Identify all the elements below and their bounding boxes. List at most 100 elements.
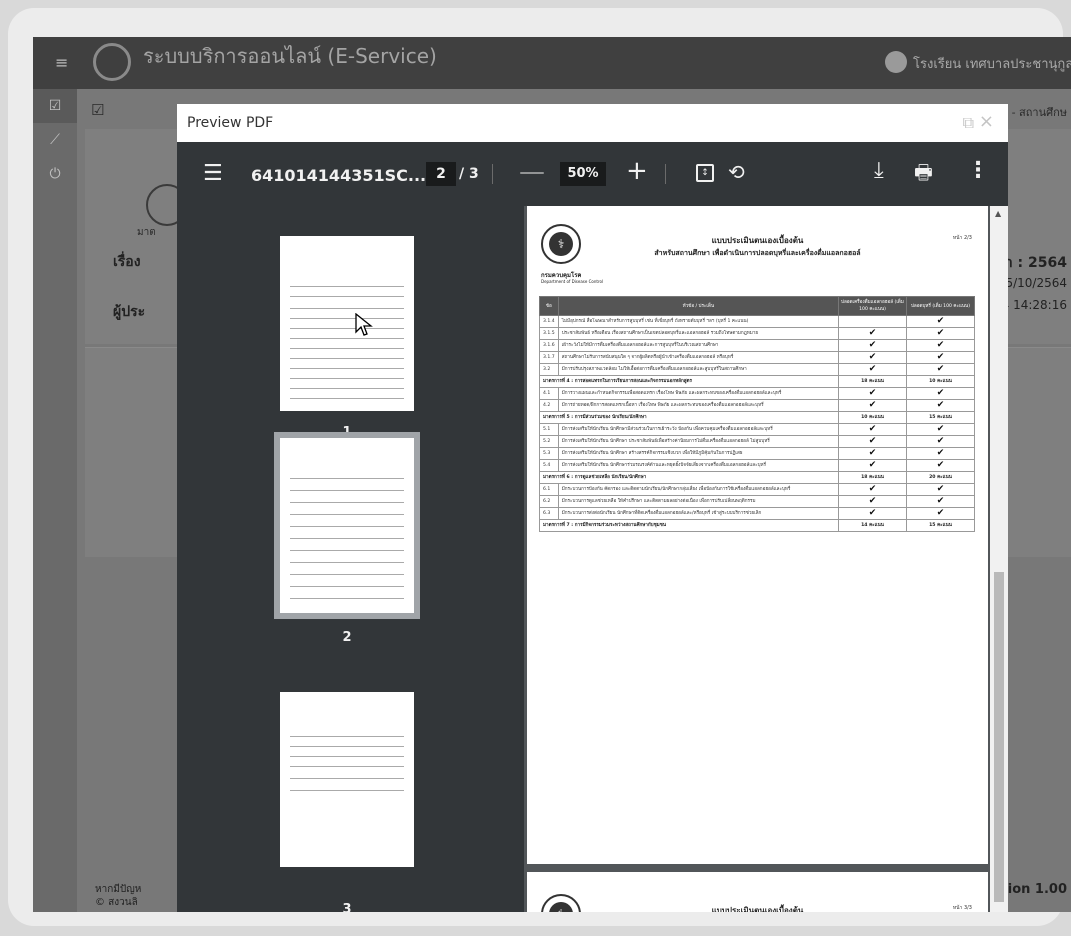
- smoke-check-icon: ✔: [906, 423, 975, 436]
- table-row: 3.2 มีการปรับปรุงสภาพแวดล้อม ไม่ให้เอื้อต…: [539, 363, 975, 376]
- item-text: มีกระบวนการส่งต่อนักเรียน นักศึกษาที่ติด…: [557, 507, 840, 520]
- alcohol-check-icon: ✔: [838, 351, 907, 364]
- assessment-table: ข้อ หัวข้อ / ประเด็น ปลอดเครื่องดื่มแอลก…: [539, 296, 975, 532]
- item-text: มีการส่งเสริมให้นักเรียน นักศึกษา สร้างส…: [557, 447, 840, 460]
- document-area: ⚕ แบบประเมินตนเองเบื้องต้น สำหรับสถานศึก…: [524, 206, 1008, 912]
- col-smoke: ปลอดบุหรี่ (เต็ม 100 คะแนน): [906, 296, 975, 316]
- table-row: 3.1.6 เฝ้าระวังไม่ให้มีการดื่มเครื่องดื่ม…: [539, 339, 975, 352]
- thumbnail-image: [274, 432, 420, 619]
- standard-header-row: มาตรการที่ 6 : การดูแลช่วยเหลือ นักเรียน…: [539, 471, 975, 484]
- standard-header-row: มาตรการที่ 4 : การสอดแทรกในการเรียนการสอ…: [539, 375, 975, 388]
- item-number: 3.1.6: [539, 339, 559, 352]
- standard-title: มาตรการที่ 6 : การดูแลช่วยเหลือ นักเรียน…: [539, 471, 839, 484]
- smoke-check-icon: ✔: [906, 483, 975, 496]
- zoom-input[interactable]: 50%: [560, 162, 606, 186]
- scroll-up-icon[interactable]: ▲: [995, 209, 1001, 218]
- item-text: มีการวางแผนและกำหนดกิจกรรมเพื่อสอดแทรก เ…: [557, 387, 840, 400]
- table-row: 5.2 มีการส่งเสริมให้นักเรียน นักศึกษา ประ…: [539, 435, 975, 448]
- alcohol-check-icon: ✔: [838, 423, 907, 436]
- menu-icon[interactable]: ☰: [203, 163, 223, 185]
- table-row: 6.3 มีกระบวนการส่งต่อนักเรียน นักศึกษาที่…: [539, 507, 975, 520]
- smoke-check-icon: ✔: [906, 339, 975, 352]
- alcohol-check-icon: ✔: [838, 495, 907, 508]
- form-icon: ☑: [91, 101, 105, 119]
- smoke-score: 20 คะแนน: [906, 471, 975, 484]
- scrollbar[interactable]: ▲: [990, 206, 1008, 912]
- table-row: 6.1 มีกระบวนการป้องกัน คัดกรอง และติดตามน…: [539, 483, 975, 496]
- item-number: 3.1.7: [539, 351, 559, 364]
- item-number: 3.1.5: [539, 327, 559, 340]
- smoke-check-icon: ✔: [906, 315, 975, 328]
- scrollbar-thumb[interactable]: [994, 572, 1004, 902]
- smoke-check-icon: ✔: [906, 399, 975, 412]
- alcohol-check-icon: ✔: [838, 435, 907, 448]
- alcohol-check-icon: ✔: [838, 507, 907, 520]
- applicant-label: ผู้ประ: [113, 304, 146, 320]
- table-row: 5.3 มีการส่งเสริมให้นักเรียน นักศึกษา สร้…: [539, 447, 975, 460]
- doc-subtitle: สำหรับสถานศึกษา เพื่อดำเนินการปลอดบุหรี่…: [654, 249, 861, 257]
- alcohol-check-icon: [838, 315, 907, 328]
- download-icon[interactable]: ⤓: [874, 158, 884, 183]
- item-text: สถานศึกษาไม่รับการสนับสนุนใด ๆ จากผู้ผลิ…: [557, 351, 840, 364]
- alcohol-score: 18 คะแนน: [838, 471, 907, 484]
- item-number: 4.1: [539, 387, 559, 400]
- item-number: 5.3: [539, 447, 559, 460]
- toolbar-divider: [492, 164, 493, 184]
- print-icon[interactable]: 🖶: [914, 158, 933, 192]
- alcohol-check-icon: ✔: [838, 459, 907, 472]
- app-header: ≡ ระบบบริการออนไลน์ (E-Service) โรงเรียน…: [33, 37, 1071, 89]
- standard-title: มาตรการที่ 7 : การมีกิจกรรมร่วมระหว่างสถ…: [539, 519, 839, 532]
- step-label: มาต: [137, 227, 156, 238]
- item-text: มีการส่งเสริมให้นักเรียน นักศึกษาร่วมรณร…: [557, 459, 840, 472]
- smoke-check-icon: ✔: [906, 459, 975, 472]
- item-number: 5.4: [539, 459, 559, 472]
- pdf-toolbar: ☰ 641014144351SC... 2 / 3 — 50% + ↕ ⟲ ⤓ …: [177, 142, 1008, 206]
- item-number: 4.2: [539, 399, 559, 412]
- item-text: มีการถ่ายทอด/ฝึกการสอดแทรกเนื้อหา เรื่อง…: [557, 399, 840, 412]
- thumbnail-page-selected[interactable]: 2: [274, 432, 420, 645]
- zoom-in-icon[interactable]: +: [626, 156, 648, 186]
- item-number: 3.2: [539, 363, 559, 376]
- power-icon[interactable]: ⏻: [33, 157, 77, 191]
- logo: [93, 43, 131, 81]
- thumbnail-number: 3: [342, 902, 352, 912]
- smoke-check-icon: ✔: [906, 507, 975, 520]
- standard-title: มาตรการที่ 4 : การสอดแทรกในการเรียนการสอ…: [539, 375, 839, 388]
- footer-copyright: © สงวนลิ: [95, 897, 138, 908]
- doc-page-label: หน้า 2/3: [952, 235, 972, 241]
- page-total: / 3: [459, 166, 479, 182]
- alcohol-check-icon: ✔: [838, 339, 907, 352]
- user-avatar[interactable]: [885, 51, 907, 73]
- alcohol-score: 18 คะแนน: [838, 375, 907, 388]
- table-row: 4.2 มีการถ่ายทอด/ฝึกการสอดแทรกเนื้อหา เรื…: [539, 399, 975, 412]
- zoom-out-icon[interactable]: —: [519, 157, 545, 187]
- item-number: 5.1: [539, 423, 559, 436]
- alcohol-check-icon: ✔: [838, 399, 907, 412]
- pdf-page-3: ⚕ แบบประเมินตนเองเบื้องต้น สำหรับสถานศึก…: [527, 872, 988, 912]
- thumbnail-page[interactable]: 3: [280, 692, 414, 912]
- table-row: 3.1.7 สถานศึกษาไม่รับการสนับสนุนใด ๆ จากผ…: [539, 351, 975, 364]
- fit-page-icon[interactable]: ↕: [696, 164, 714, 182]
- file-name: 641014144351SC...: [251, 166, 427, 185]
- user-name[interactable]: โรงเรียน เทศบาลประชานุกูล: [913, 53, 1071, 74]
- alcohol-check-icon: ✔: [838, 447, 907, 460]
- item-number: 5.2: [539, 435, 559, 448]
- item-text: มีกระบวนการดูแลช่วยเหลือ ให้คำปรึกษา และ…: [557, 495, 840, 508]
- thumbnail-page[interactable]: 1: [280, 236, 414, 440]
- alcohol-check-icon: ✔: [838, 483, 907, 496]
- item-number: 3.1.4: [539, 315, 559, 328]
- alcohol-check-icon: ✔: [838, 327, 907, 340]
- close-icon[interactable]: ×: [979, 111, 994, 132]
- open-external-icon[interactable]: ⧉: [963, 113, 974, 133]
- standard-header-row: มาตรการที่ 5 : การมีส่วนร่วมของ นักเรียน…: [539, 411, 975, 424]
- checklist-icon[interactable]: ☑: [33, 89, 77, 123]
- smoke-score: 10 คะแนน: [906, 375, 975, 388]
- rotate-icon[interactable]: ⟲: [728, 160, 745, 184]
- sidebar: ☑ ⟋ ⏻: [33, 89, 77, 912]
- hamburger-icon[interactable]: ≡: [55, 53, 68, 72]
- col-no: ข้อ: [539, 296, 559, 316]
- chart-icon[interactable]: ⟋: [33, 123, 77, 157]
- alcohol-check-icon: ✔: [838, 387, 907, 400]
- page-number-input[interactable]: 2: [426, 162, 456, 186]
- more-options-icon[interactable]: ⋮: [967, 158, 989, 183]
